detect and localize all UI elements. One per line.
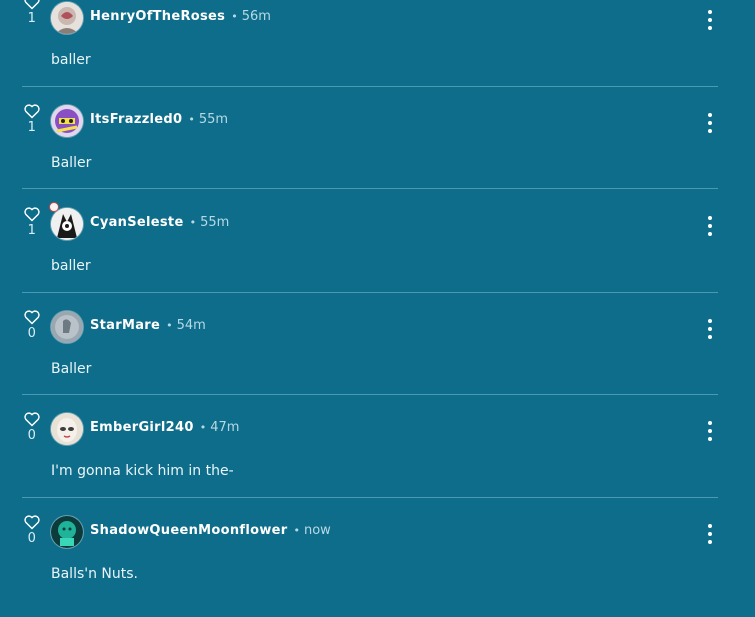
avatar[interactable] bbox=[51, 105, 83, 137]
comment-meta: ItsFrazzled0 • 55m bbox=[90, 112, 228, 127]
timestamp: now bbox=[303, 523, 331, 538]
more-options-icon[interactable] bbox=[702, 216, 718, 236]
like-column: 0 bbox=[22, 411, 42, 443]
comment-text: I'm gonna kick him in the- bbox=[51, 463, 234, 479]
username[interactable]: ItsFrazzled0 bbox=[90, 112, 182, 127]
heart-icon[interactable] bbox=[23, 411, 41, 427]
username[interactable]: HenryOfTheRoses bbox=[90, 9, 225, 24]
comment-item: 0 ShadowQueenMoonflower • now Balls'n Nuts… bbox=[0, 514, 755, 617]
comment-item: 1 HenryOfTheRoses • 56m baller bbox=[0, 0, 755, 103]
avatar[interactable] bbox=[51, 2, 83, 34]
separator: • bbox=[188, 113, 195, 126]
separator: • bbox=[199, 421, 207, 434]
username[interactable]: StarMare bbox=[90, 318, 160, 333]
avatar[interactable] bbox=[51, 208, 83, 240]
avatar[interactable] bbox=[51, 413, 83, 445]
username[interactable]: EmberGirl240 bbox=[90, 420, 194, 435]
like-count: 1 bbox=[27, 120, 37, 135]
more-options-icon[interactable] bbox=[702, 421, 718, 441]
heart-icon[interactable] bbox=[23, 0, 41, 10]
comment-meta: ShadowQueenMoonflower • now bbox=[90, 523, 331, 538]
heart-icon[interactable] bbox=[23, 206, 41, 222]
like-column: 0 bbox=[22, 514, 42, 546]
comment-text: Balls'n Nuts. bbox=[51, 566, 139, 582]
comment-text: Baller bbox=[51, 361, 92, 377]
divider bbox=[22, 394, 718, 395]
separator: • bbox=[189, 216, 197, 229]
timestamp: 56m bbox=[241, 9, 271, 24]
timestamp: 47m bbox=[210, 420, 240, 435]
separator: • bbox=[293, 524, 300, 537]
like-count: 1 bbox=[27, 11, 37, 26]
comment-item: 0 StarMare • 54m Baller bbox=[0, 309, 755, 412]
heart-icon[interactable] bbox=[23, 309, 41, 325]
like-column: 0 bbox=[22, 309, 42, 341]
timestamp: 55m bbox=[200, 215, 230, 230]
like-column: 1 bbox=[22, 0, 42, 26]
like-count: 1 bbox=[27, 223, 37, 238]
more-options-icon[interactable] bbox=[702, 319, 718, 339]
divider bbox=[22, 86, 718, 87]
username[interactable]: ShadowQueenMoonflower bbox=[90, 523, 287, 538]
heart-icon[interactable] bbox=[23, 103, 41, 119]
comment-text: baller bbox=[51, 258, 91, 274]
comment-meta: CyanSeleste • 55m bbox=[90, 215, 229, 230]
like-column: 1 bbox=[22, 206, 42, 238]
comment-text: Baller bbox=[51, 155, 92, 171]
comment-text: baller bbox=[51, 52, 91, 68]
like-count: 0 bbox=[27, 428, 37, 443]
avatar[interactable] bbox=[51, 516, 83, 548]
comment-item: 1 CyanSeleste • 55m baller bbox=[0, 202, 755, 309]
like-column: 1 bbox=[22, 103, 42, 135]
more-options-icon[interactable] bbox=[702, 524, 718, 544]
heart-icon[interactable] bbox=[23, 514, 41, 530]
like-count: 0 bbox=[27, 326, 37, 341]
comment-item: 0 EmberGirl240 • 47m I'm gonna kick him in… bbox=[0, 411, 755, 514]
divider bbox=[22, 188, 718, 189]
separator: • bbox=[166, 319, 173, 332]
comment-meta: EmberGirl240 • 47m bbox=[90, 420, 239, 435]
timestamp: 54m bbox=[176, 318, 206, 333]
timestamp: 55m bbox=[198, 112, 229, 127]
more-options-icon[interactable] bbox=[702, 10, 718, 30]
username[interactable]: CyanSeleste bbox=[90, 215, 184, 230]
more-options-icon[interactable] bbox=[702, 113, 718, 133]
divider bbox=[22, 292, 718, 293]
separator: • bbox=[231, 10, 238, 23]
comment-item: 1 ItsFrazzled0 • 55m Baller bbox=[0, 103, 755, 206]
comment-meta: HenryOfTheRoses • 56m bbox=[90, 9, 271, 24]
like-count: 0 bbox=[27, 531, 37, 546]
avatar[interactable] bbox=[51, 311, 83, 343]
divider bbox=[22, 497, 718, 498]
comment-meta: StarMare • 54m bbox=[90, 318, 206, 333]
